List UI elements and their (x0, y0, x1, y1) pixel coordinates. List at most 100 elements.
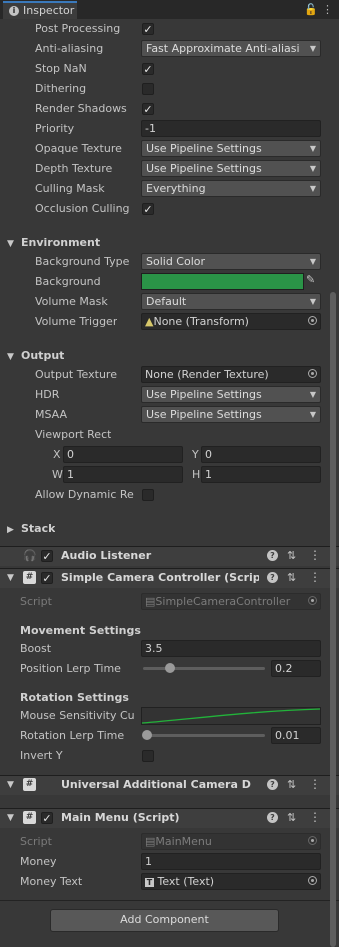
output-foldout-icon[interactable]: ▼ (7, 352, 14, 362)
chevron-down-icon: ▼ (309, 390, 316, 399)
object-picker-icon[interactable] (308, 369, 317, 378)
help-icon[interactable]: ? (267, 550, 278, 561)
chevron-down-icon: ▼ (309, 44, 316, 53)
opaque-texture-dropdown[interactable]: Use Pipeline Settings ▼ (141, 140, 321, 157)
hdr-dropdown[interactable]: Use Pipeline Settings ▼ (141, 386, 321, 403)
headphones-icon: 🎧 (23, 549, 37, 562)
environment-header[interactable]: Environment (21, 236, 100, 249)
simple-camera-controller-header[interactable]: ▼ # ✓ Simple Camera Controller (Script) … (0, 568, 339, 588)
kebab-menu-icon[interactable]: ⋮ (309, 810, 321, 824)
msaa-label: MSAA (35, 408, 68, 421)
preset-icon[interactable]: ⇅ (287, 571, 296, 584)
render-shadows-checkbox[interactable]: ✓ (142, 103, 154, 115)
output-texture-label: Output Texture (35, 368, 117, 381)
viewport-x-label: X (53, 448, 61, 461)
main-menu-header[interactable]: ▼ # ✓ Main Menu (Script) ? ⇅ ⋮ (0, 808, 339, 828)
volume-mask-dropdown[interactable]: Default ▼ (141, 293, 321, 310)
kebab-menu-icon[interactable]: ⋮ (309, 777, 321, 791)
invert-y-checkbox[interactable] (142, 750, 154, 762)
audio-listener-enabled-checkbox[interactable]: ✓ (41, 550, 53, 562)
viewport-x-field[interactable]: 0 (63, 446, 183, 463)
position-lerp-slider-knob[interactable] (165, 663, 175, 673)
money-text-field[interactable]: T Text (Text) (141, 873, 321, 890)
priority-field[interactable]: -1 (141, 120, 321, 137)
viewport-h-field[interactable]: 1 (201, 466, 321, 483)
foldout-expanded-icon[interactable]: ▼ (7, 780, 14, 790)
tab-title: Inspector (23, 4, 75, 17)
lock-icon[interactable]: 🔓 (304, 3, 318, 16)
universal-camera-data-header[interactable]: ▼ # Universal Additional Camera D ? ⇅ ⋮ (0, 775, 339, 795)
script-icon: # (23, 571, 36, 584)
kebab-menu-icon[interactable]: ⋮ (309, 570, 321, 584)
help-icon[interactable]: ? (267, 812, 278, 823)
background-type-dropdown[interactable]: Solid Color ▼ (141, 253, 321, 270)
inspector-tab[interactable]: i Inspector (3, 1, 77, 19)
preset-icon[interactable]: ⇅ (287, 549, 296, 562)
rotation-lerp-slider-knob[interactable] (142, 730, 152, 740)
viewport-w-field[interactable]: 1 (63, 466, 183, 483)
output-texture-field[interactable]: None (Render Texture) (141, 366, 321, 383)
help-icon[interactable]: ? (267, 572, 278, 583)
mouse-sensitivity-curve-field[interactable] (141, 707, 321, 725)
object-picker-icon[interactable] (308, 876, 317, 885)
audio-listener-title: Audio Listener (61, 549, 152, 562)
simple-camera-controller-enabled-checkbox[interactable]: ✓ (41, 572, 53, 584)
preset-icon[interactable]: ⇅ (287, 778, 296, 791)
viewport-y-field[interactable]: 0 (201, 446, 321, 463)
money-label: Money (20, 855, 57, 868)
background-label: Background (35, 275, 101, 288)
dithering-checkbox[interactable] (142, 83, 154, 95)
main-menu-title: Main Menu (Script) (61, 811, 180, 824)
volume-trigger-field[interactable]: ▲None (Transform) (141, 313, 321, 330)
output-header[interactable]: Output (21, 349, 64, 362)
help-icon[interactable]: ? (267, 779, 278, 790)
anti-aliasing-dropdown[interactable]: Fast Approximate Anti-aliasi ▼ (141, 40, 321, 57)
object-picker-icon[interactable] (308, 316, 317, 325)
allow-dynamic-resolution-checkbox[interactable] (142, 489, 154, 501)
main-menu-script-field: ▤MainMenu (141, 833, 321, 850)
main-menu-enabled-checkbox[interactable]: ✓ (41, 812, 53, 824)
object-picker-icon (308, 836, 317, 845)
kebab-menu-icon[interactable]: ⋮ (309, 548, 321, 562)
script-file-icon: ▤ (145, 595, 156, 608)
foldout-expanded-icon[interactable]: ▼ (7, 813, 14, 823)
sensitivity-curve (142, 708, 320, 724)
post-processing-checkbox[interactable]: ✓ (142, 23, 154, 35)
preset-icon[interactable]: ⇅ (287, 811, 296, 824)
kebab-menu-icon[interactable]: ⋮ (322, 3, 333, 16)
stop-nan-checkbox[interactable]: ✓ (142, 63, 154, 75)
background-type-label: Background Type (35, 255, 130, 268)
allow-dynamic-resolution-label: Allow Dynamic Re (35, 488, 134, 501)
boost-field[interactable]: 3.5 (141, 640, 321, 657)
inspector-tabbar: i Inspector 🔓 ⋮ (0, 0, 339, 19)
add-component-button[interactable]: Add Component (50, 909, 279, 932)
hdr-label: HDR (35, 388, 60, 401)
background-color-swatch[interactable] (141, 273, 304, 290)
occlusion-culling-checkbox[interactable]: ✓ (142, 203, 154, 215)
rotation-lerp-slider-track[interactable] (143, 734, 265, 737)
position-lerp-slider-track[interactable] (143, 667, 265, 670)
depth-texture-dropdown[interactable]: Use Pipeline Settings ▼ (141, 160, 321, 177)
eyedropper-icon[interactable]: ✎ (306, 273, 315, 286)
divider (0, 900, 339, 901)
position-lerp-label: Position Lerp Time (20, 662, 121, 675)
script-field: ▤SimpleCameraController (141, 593, 321, 610)
render-shadows-label: Render Shadows (35, 102, 127, 115)
chevron-down-icon: ▼ (309, 164, 316, 173)
boost-label: Boost (20, 642, 52, 655)
viewport-rect-label: Viewport Rect (35, 428, 112, 441)
position-lerp-field[interactable]: 0.2 (271, 660, 321, 677)
rotation-settings-header: Rotation Settings (20, 691, 129, 704)
environment-foldout-icon[interactable]: ▼ (7, 239, 14, 249)
msaa-dropdown[interactable]: Use Pipeline Settings ▼ (141, 406, 321, 423)
money-field[interactable]: 1 (141, 853, 321, 870)
money-text-label: Money Text (20, 875, 83, 888)
stack-foldout-icon[interactable]: ▶ (7, 525, 14, 535)
audio-listener-header[interactable]: 🎧 ✓ Audio Listener ? ⇅ ⋮ (0, 546, 339, 566)
anti-aliasing-label: Anti-aliasing (35, 42, 104, 55)
scrollbar-thumb[interactable] (330, 292, 336, 947)
foldout-expanded-icon[interactable]: ▼ (7, 573, 14, 583)
rotation-lerp-field[interactable]: 0.01 (271, 727, 321, 744)
stack-header[interactable]: Stack (21, 522, 55, 535)
culling-mask-dropdown[interactable]: Everything ▼ (141, 180, 321, 197)
